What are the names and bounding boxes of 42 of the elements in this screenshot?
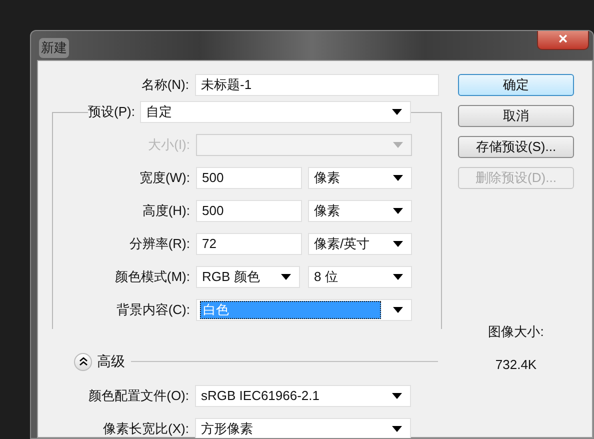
field-label: 背景内容(C): [115,301,191,320]
number-field[interactable]: 72 [196,233,302,255]
depth-dropdown[interactable]: 8 位 [308,266,412,288]
caret-icon [392,109,402,115]
image-size-value: 732.4K [494,356,538,374]
caret-icon [392,426,402,432]
unit-dropdown[interactable]: 像素 [308,200,412,222]
dialog-button[interactable]: 存储预设(S)... [458,136,574,158]
caret-icon [393,142,403,148]
field-label: 高度(H): [141,202,191,220]
field-label: 分辨率(R): [128,235,191,254]
image-size-label: 图像大小: [487,323,545,341]
caret-icon [392,393,402,399]
caret-icon [393,274,403,280]
unit-dropdown[interactable]: 像素/英寸 [308,233,412,255]
field-label: 像素长宽比(X): [102,420,190,438]
caret-icon [393,175,403,181]
number-field[interactable]: 500 [196,167,302,189]
preset-dropdown[interactable]: 自定 [140,101,411,123]
dialog-button[interactable]: 取消 [458,105,574,127]
caret-icon [281,274,291,280]
double-chevron-up-icon [78,357,88,366]
section-label: 高级 [97,352,125,371]
profile-dropdown[interactable]: 方形像素 [195,418,411,438]
profile-dropdown[interactable]: sRGB IEC61966-2.1 [195,385,411,407]
number-field[interactable]: 500 [196,200,302,222]
field-label: 宽度(W): [138,169,191,188]
field-label: 颜色配置文件(O): [88,387,190,406]
dialog-button[interactable]: 确定 [458,74,574,96]
caret-icon [393,208,403,214]
caret-icon [393,241,403,247]
mode-dropdown[interactable]: RGB 颜色 [196,266,300,288]
close-button[interactable]: × [537,31,589,50]
caret-icon [393,307,403,313]
field-label: 名称(N): [140,76,190,94]
name-field[interactable]: 未标题-1 [195,74,439,96]
collapse-toggle[interactable] [74,352,92,370]
unit-dropdown[interactable]: 像素 [308,167,412,189]
field-label: 大小(I): [147,136,191,154]
field-label: 颜色模式(M): [114,268,191,286]
window-title: 新建 [39,38,69,58]
field-label: 预设(P): [88,102,140,122]
